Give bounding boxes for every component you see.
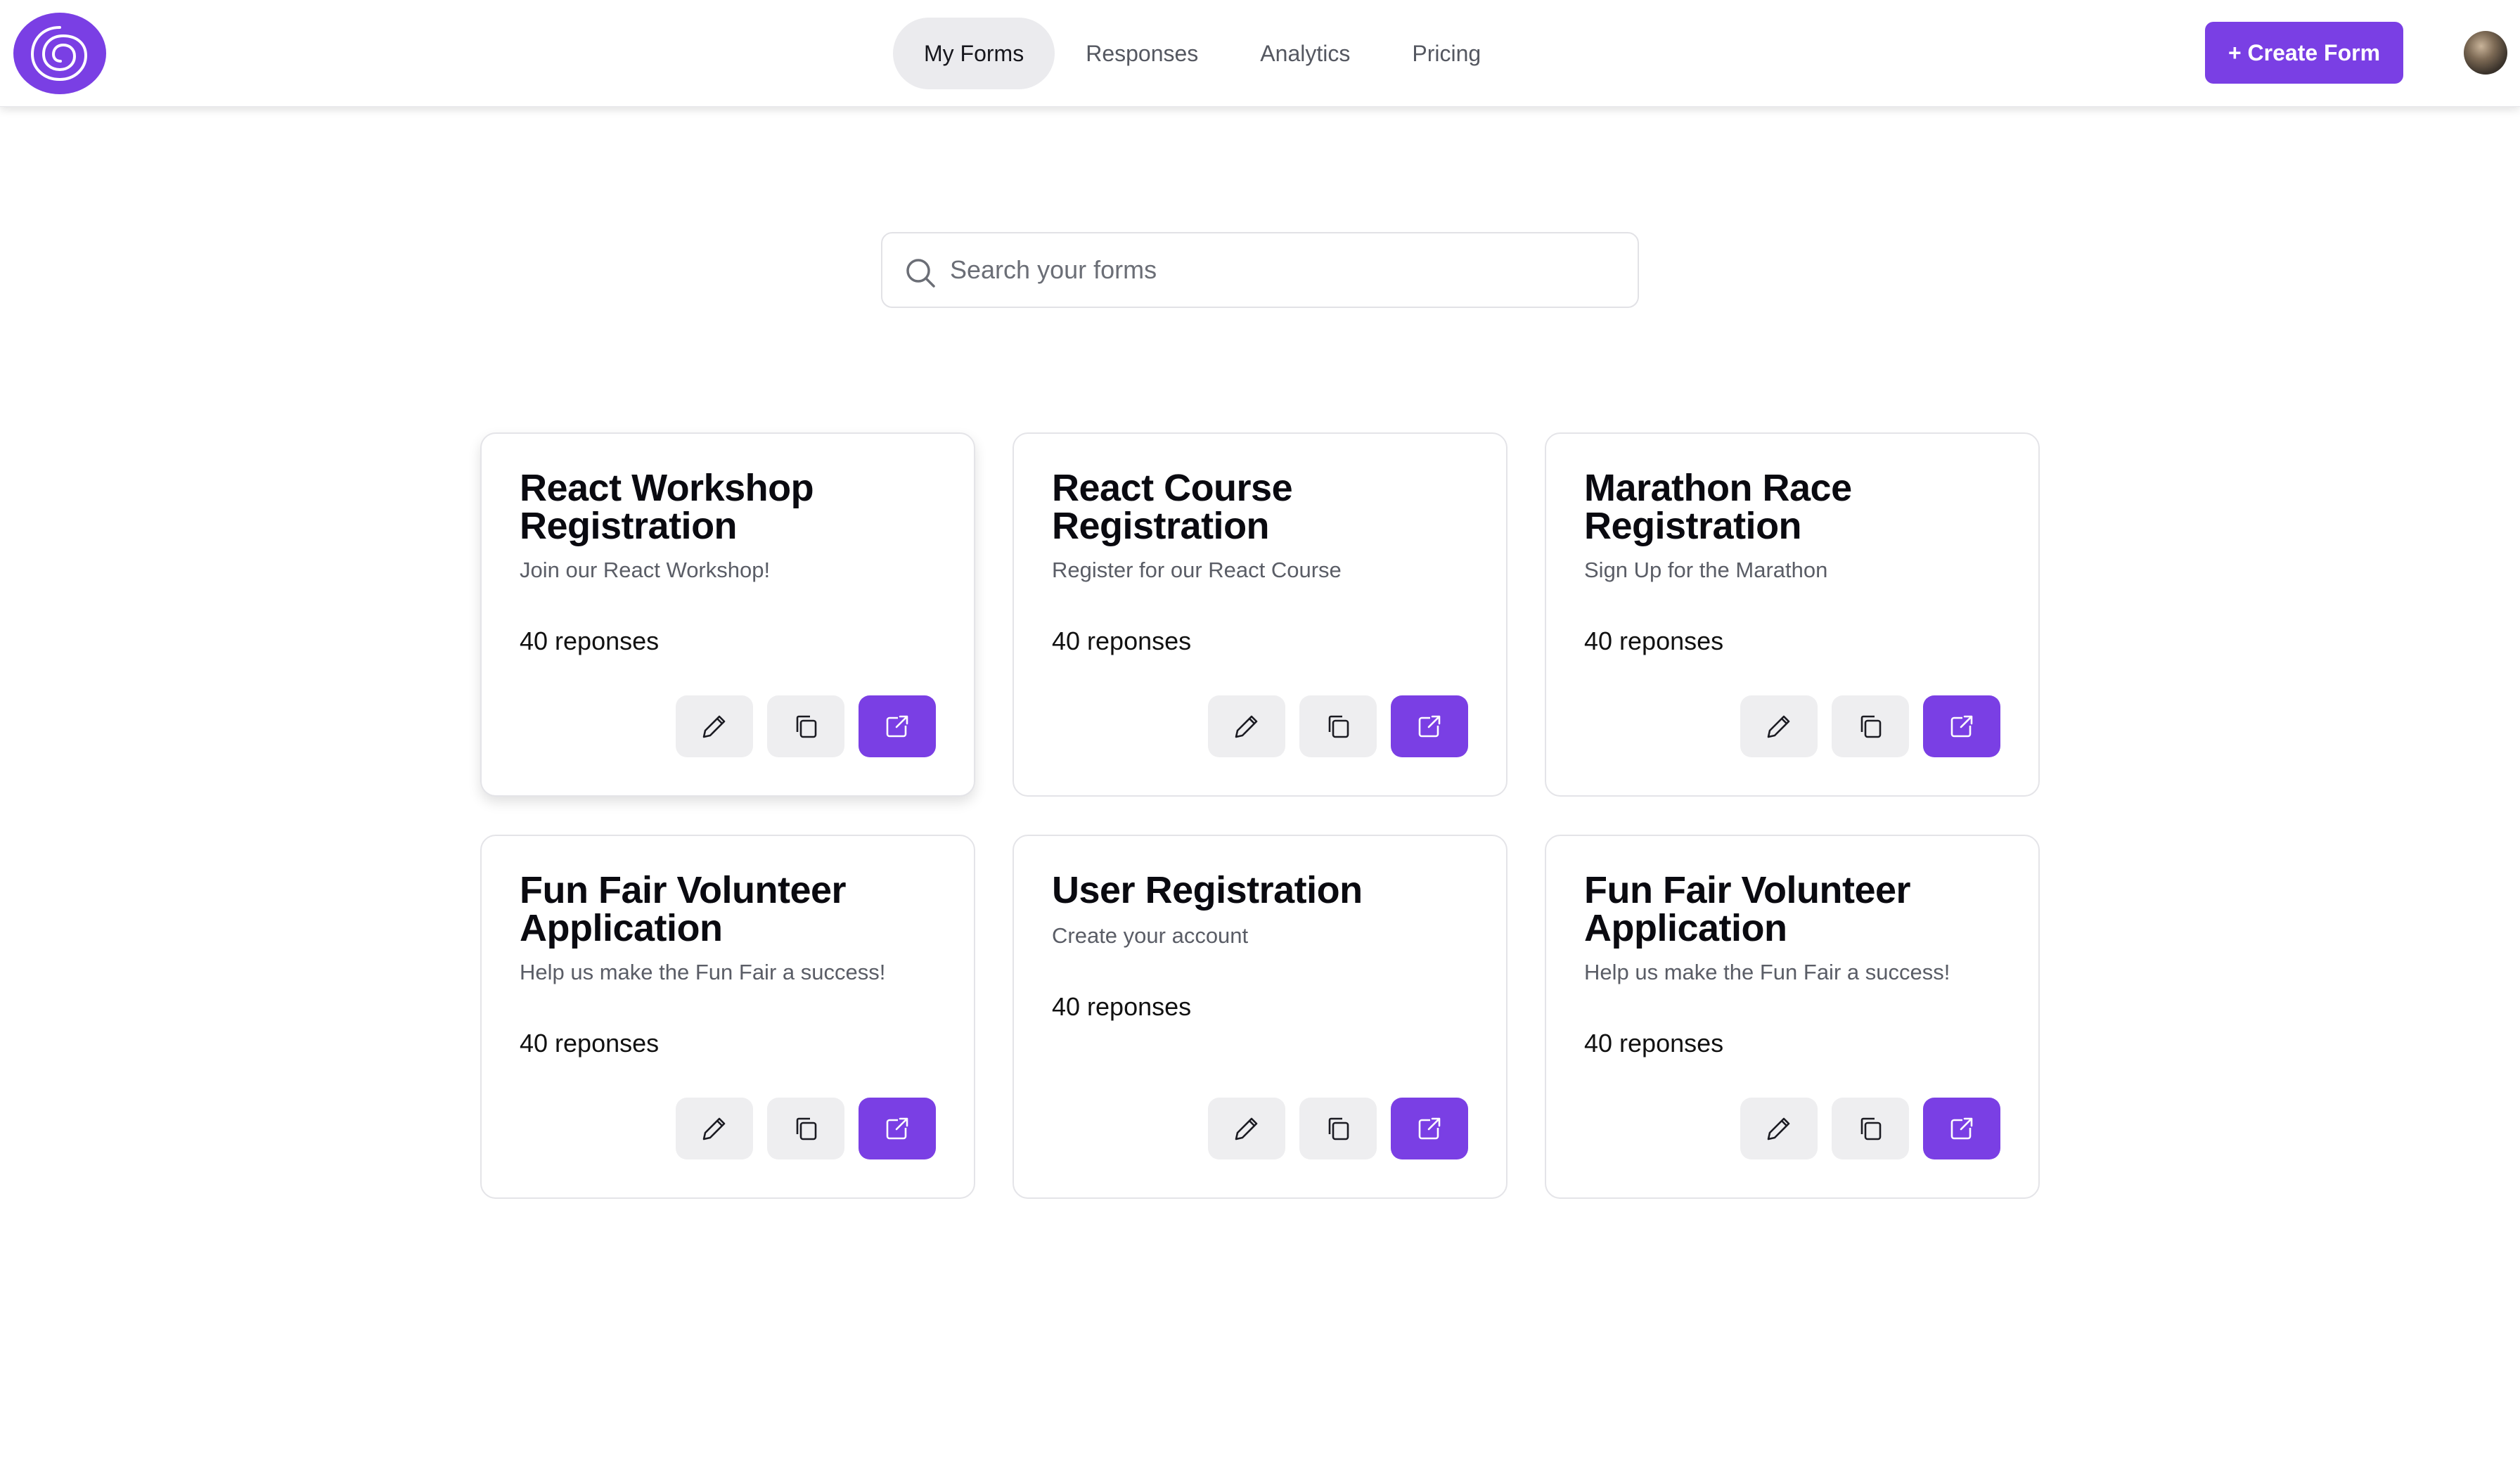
user-avatar[interactable] [2464, 31, 2507, 75]
form-title: User Registration [1052, 869, 1363, 911]
pencil-icon [1235, 1117, 1258, 1140]
open-form-button[interactable] [859, 1098, 936, 1159]
edit-form-button[interactable] [1208, 1098, 1285, 1159]
open-form-button[interactable] [1391, 1098, 1468, 1159]
edit-form-button[interactable] [1208, 695, 1285, 757]
nav-responses[interactable]: Responses [1055, 18, 1229, 89]
nav-analytics[interactable]: Analytics [1229, 18, 1381, 89]
card-actions [1208, 695, 1468, 757]
create-form-button[interactable]: + Create Form [2205, 22, 2403, 84]
main-nav: My Forms Responses Analytics Pricing [893, 18, 1512, 89]
form-card[interactable]: User Registration Create your account 40… [1012, 835, 1508, 1199]
copy-icon [1860, 715, 1882, 738]
form-card[interactable]: React Course Registration Register for o… [1012, 432, 1508, 797]
card-actions [1208, 1098, 1468, 1159]
form-title: React Workshop Registration [520, 467, 814, 547]
open-form-button[interactable] [1923, 1098, 2000, 1159]
duplicate-form-button[interactable] [1299, 695, 1377, 757]
form-description: Sign Up for the Marathon [1584, 558, 1828, 582]
form-title: Fun Fair Volunteer Application [1584, 869, 1911, 949]
copy-icon [1860, 1117, 1882, 1140]
form-description: Join our React Workshop! [520, 558, 771, 582]
duplicate-form-button[interactable] [767, 695, 844, 757]
response-count: 40 reponses [1584, 626, 1724, 655]
top-navbar: My Forms Responses Analytics Pricing + C… [0, 0, 2520, 107]
form-card[interactable]: Marathon Race Registration Sign Up for t… [1545, 432, 2040, 797]
edit-form-button[interactable] [1740, 695, 1818, 757]
copy-icon [1328, 1117, 1349, 1140]
open-form-button[interactable] [859, 695, 936, 757]
copy-icon [796, 1117, 817, 1140]
duplicate-form-button[interactable] [1832, 1098, 1909, 1159]
nav-my-forms[interactable]: My Forms [893, 18, 1055, 89]
form-title: React Course Registration [1052, 467, 1293, 547]
edit-form-button[interactable] [676, 1098, 753, 1159]
external-link-icon [886, 715, 908, 738]
external-link-icon [1950, 715, 1973, 738]
response-count: 40 reponses [520, 626, 660, 655]
form-title: Fun Fair Volunteer Application [520, 869, 847, 949]
response-count: 40 reponses [1052, 626, 1192, 655]
external-link-icon [1418, 715, 1441, 738]
form-description: Help us make the Fun Fair a success! [1584, 960, 1950, 984]
nav-pricing[interactable]: Pricing [1381, 18, 1512, 89]
pencil-icon [702, 1117, 726, 1140]
card-actions [1740, 695, 2000, 757]
form-card[interactable]: Fun Fair Volunteer Application Help us m… [480, 835, 975, 1199]
search-icon [905, 257, 936, 288]
search-bar [881, 232, 1639, 308]
external-link-icon [1418, 1117, 1441, 1140]
response-count: 40 reponses [1584, 1029, 1724, 1058]
form-description: Register for our React Course [1052, 558, 1342, 582]
pencil-icon [1767, 715, 1790, 738]
search-input[interactable] [950, 233, 1625, 307]
form-card[interactable]: React Workshop Registration Join our Rea… [480, 432, 975, 797]
duplicate-form-button[interactable] [1299, 1098, 1377, 1159]
form-description: Create your account [1052, 923, 1249, 948]
spiral-logo-icon[interactable] [13, 12, 107, 95]
card-actions [676, 695, 936, 757]
pencil-icon [1767, 1117, 1790, 1140]
open-form-button[interactable] [1923, 695, 2000, 757]
form-description: Help us make the Fun Fair a success! [520, 960, 886, 984]
card-actions [1740, 1098, 2000, 1159]
form-title: Marathon Race Registration [1584, 467, 1852, 547]
response-count: 40 reponses [1052, 992, 1192, 1021]
copy-icon [1328, 715, 1349, 738]
open-form-button[interactable] [1391, 695, 1468, 757]
edit-form-button[interactable] [676, 695, 753, 757]
pencil-icon [1235, 715, 1258, 738]
form-card[interactable]: Fun Fair Volunteer Application Help us m… [1545, 835, 2040, 1199]
response-count: 40 reponses [520, 1029, 660, 1058]
external-link-icon [886, 1117, 908, 1140]
edit-form-button[interactable] [1740, 1098, 1818, 1159]
duplicate-form-button[interactable] [1832, 695, 1909, 757]
duplicate-form-button[interactable] [767, 1098, 844, 1159]
copy-icon [796, 715, 817, 738]
card-actions [676, 1098, 936, 1159]
pencil-icon [702, 715, 726, 738]
external-link-icon [1950, 1117, 1973, 1140]
